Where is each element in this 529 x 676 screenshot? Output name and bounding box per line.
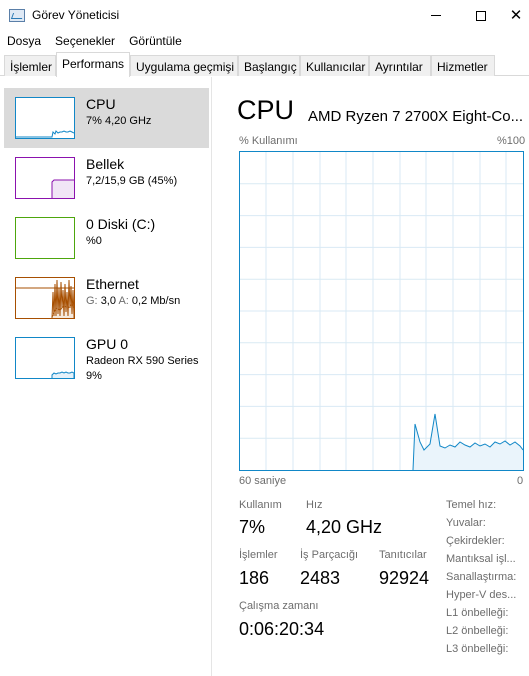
spec-sockets: Yuvalar: xyxy=(446,517,486,529)
sidebar-memory-title: Bellek xyxy=(86,156,125,172)
menu-view[interactable]: Görüntüle xyxy=(122,31,189,51)
sidebar-item-cpu[interactable]: CPU 7% 4,20 GHz xyxy=(4,88,209,148)
processes-value: 186 xyxy=(239,568,270,588)
spec-virtualization: Sanallaştırma: xyxy=(446,571,517,583)
tab-bar: İşlemler Performans Uygulama geçmişi Baş… xyxy=(0,52,529,77)
close-button[interactable]: ✕ xyxy=(503,0,529,31)
sidebar-cpu-title: CPU xyxy=(86,96,116,112)
threads-label: İş Parçacığı xyxy=(300,549,359,561)
ethernet-thumbnail-graph xyxy=(16,279,74,318)
uptime-value: 0:06:20:34 xyxy=(239,619,325,639)
ethernet-receive-value: 0,2 Mb/sn xyxy=(131,295,181,307)
sidebar-ethernet-sub: G: 3,0 A: 0,2 Mb/sn xyxy=(86,295,180,307)
graph-x-end-label: 0 xyxy=(517,475,524,487)
spec-l3-cache: L3 önbelleği: xyxy=(446,643,509,655)
tab-details[interactable]: Ayrıntılar xyxy=(369,55,431,76)
spec-logical-processors: Mantıksal işl... xyxy=(446,553,516,565)
cpu-usage-graph xyxy=(239,151,524,471)
graph-y-max-label: %100 xyxy=(497,135,526,147)
minimize-button[interactable] xyxy=(413,0,459,31)
sidebar-ethernet-title: Ethernet xyxy=(86,276,139,292)
utilization-label: Kullanım xyxy=(239,499,282,511)
resource-sidebar: CPU 7% 4,20 GHz Bellek 7,2/15,9 GB (45%)… xyxy=(0,77,212,676)
tab-processes[interactable]: İşlemler xyxy=(4,55,56,76)
tab-startup[interactable]: Başlangıç xyxy=(238,55,300,76)
gpu-thumbnail-graph xyxy=(51,371,74,378)
spec-hyper-v: Hyper-V des... xyxy=(446,589,517,601)
handles-value: 92924 xyxy=(379,568,430,588)
tab-app-history[interactable]: Uygulama geçmişi xyxy=(130,55,238,76)
cpu-thumbnail xyxy=(15,97,75,139)
maximize-button[interactable] xyxy=(458,0,504,31)
spec-l1-cache: L1 önbelleği: xyxy=(446,607,509,619)
sidebar-item-memory[interactable]: Bellek 7,2/15,9 GB (45%) xyxy=(4,148,209,208)
page-title: CPU xyxy=(237,95,295,125)
speed-value: 4,20 GHz xyxy=(306,517,383,537)
cpu-thumbnail-graph xyxy=(16,130,74,138)
gpu-thumbnail xyxy=(15,337,75,379)
spec-cores: Çekirdekler: xyxy=(446,535,505,547)
uptime-label: Çalışma zamanı xyxy=(239,600,319,612)
menu-options[interactable]: Seçenekler xyxy=(48,31,122,51)
memory-thumbnail-graph xyxy=(51,179,74,198)
processes-label: İşlemler xyxy=(239,549,278,561)
graph-x-label: 60 saniye xyxy=(239,475,287,487)
ethernet-send-value: 3,0 xyxy=(100,295,116,307)
sidebar-gpu-sub: Radeon RX 590 Series xyxy=(86,355,199,367)
memory-thumbnail xyxy=(15,157,75,199)
title-bar: Görev Yöneticisi ✕ xyxy=(0,0,529,31)
task-manager-icon xyxy=(9,9,25,22)
minimize-icon xyxy=(431,15,441,16)
menu-file[interactable]: Dosya xyxy=(0,31,48,51)
sidebar-cpu-sub: 7% 4,20 GHz xyxy=(86,115,152,127)
speed-label: Hız xyxy=(306,499,323,511)
ethernet-receive-label: A: xyxy=(118,295,129,307)
spec-base-speed: Temel hız: xyxy=(446,499,497,511)
utilization-value: 7% xyxy=(239,517,266,537)
sidebar-disk-sub: %0 xyxy=(86,235,102,247)
threads-value: 2483 xyxy=(300,568,341,588)
menu-bar: Dosya Seçenekler Görüntüle xyxy=(0,31,529,51)
sidebar-item-ethernet[interactable]: Ethernet G: 3,0 A: 0,2 Mb/sn xyxy=(4,268,209,328)
window-title: Görev Yöneticisi xyxy=(32,8,120,22)
ethernet-send-label: G: xyxy=(86,295,98,307)
tab-services[interactable]: Hizmetler xyxy=(431,55,495,76)
sidebar-disk-title: 0 Diski (C:) xyxy=(86,216,156,232)
sidebar-item-gpu[interactable]: GPU 0 Radeon RX 590 Series 9% xyxy=(4,328,209,388)
sidebar-gpu-title: GPU 0 xyxy=(86,336,129,352)
tab-performance[interactable]: Performans xyxy=(56,52,130,77)
spec-l2-cache: L2 önbelleği: xyxy=(446,625,509,637)
handles-label: Tanıtıcılar xyxy=(379,549,427,561)
graph-y-label: % Kullanımı xyxy=(239,135,298,147)
sidebar-memory-sub: 7,2/15,9 GB (45%) xyxy=(86,175,178,187)
maximize-icon xyxy=(476,10,486,21)
close-icon: ✕ xyxy=(509,7,523,24)
ethernet-thumbnail xyxy=(15,277,75,319)
sidebar-item-disk[interactable]: 0 Diski (C:) %0 xyxy=(4,208,209,268)
disk-thumbnail xyxy=(15,217,75,259)
sidebar-gpu-usage: 9% xyxy=(86,370,102,382)
cpu-model-name: AMD Ryzen 7 2700X Eight-Co... xyxy=(308,108,524,125)
cpu-usage-graph-canvas xyxy=(240,152,523,470)
tab-users[interactable]: Kullanıcılar xyxy=(300,55,369,76)
